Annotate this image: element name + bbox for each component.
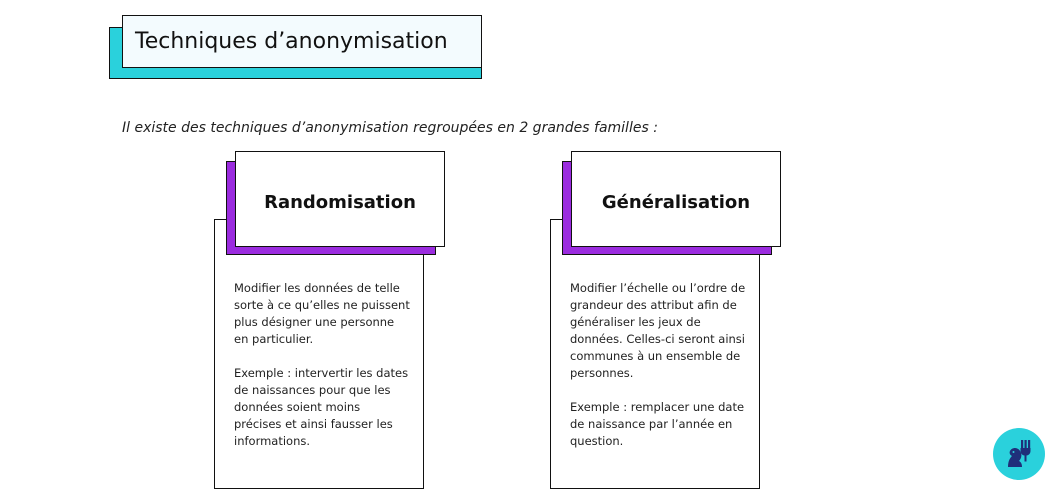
randomisation-card-header: Randomisation [235,151,445,247]
randomisation-example: Exemple : intervertir les dates de naiss… [234,366,409,448]
generalisation-card-header: Généralisation [571,151,781,247]
generalisation-example: Exemple : remplacer une date de naissanc… [570,400,745,448]
generalisation-card-title: Généralisation [601,191,751,213]
randomisation-card-content: Modifier les données de telle sorte à ce… [234,280,410,467]
generalisation-description: Modifier l’échelle ou l’ordre de grandeu… [570,281,746,380]
title-box: Techniques d’anonymisation [122,15,482,68]
knight-fork-logo-icon [1008,440,1031,467]
randomisation-description: Modifier les données de telle sorte à ce… [234,281,410,346]
intro-text: Il existe des techniques d’anonymisation… [122,120,658,136]
brand-logo [993,428,1045,480]
randomisation-card-title: Randomisation [264,191,416,213]
page-title: Techniques d’anonymisation [135,29,448,54]
generalisation-card-content: Modifier l’échelle ou l’ordre de grandeu… [570,280,748,467]
